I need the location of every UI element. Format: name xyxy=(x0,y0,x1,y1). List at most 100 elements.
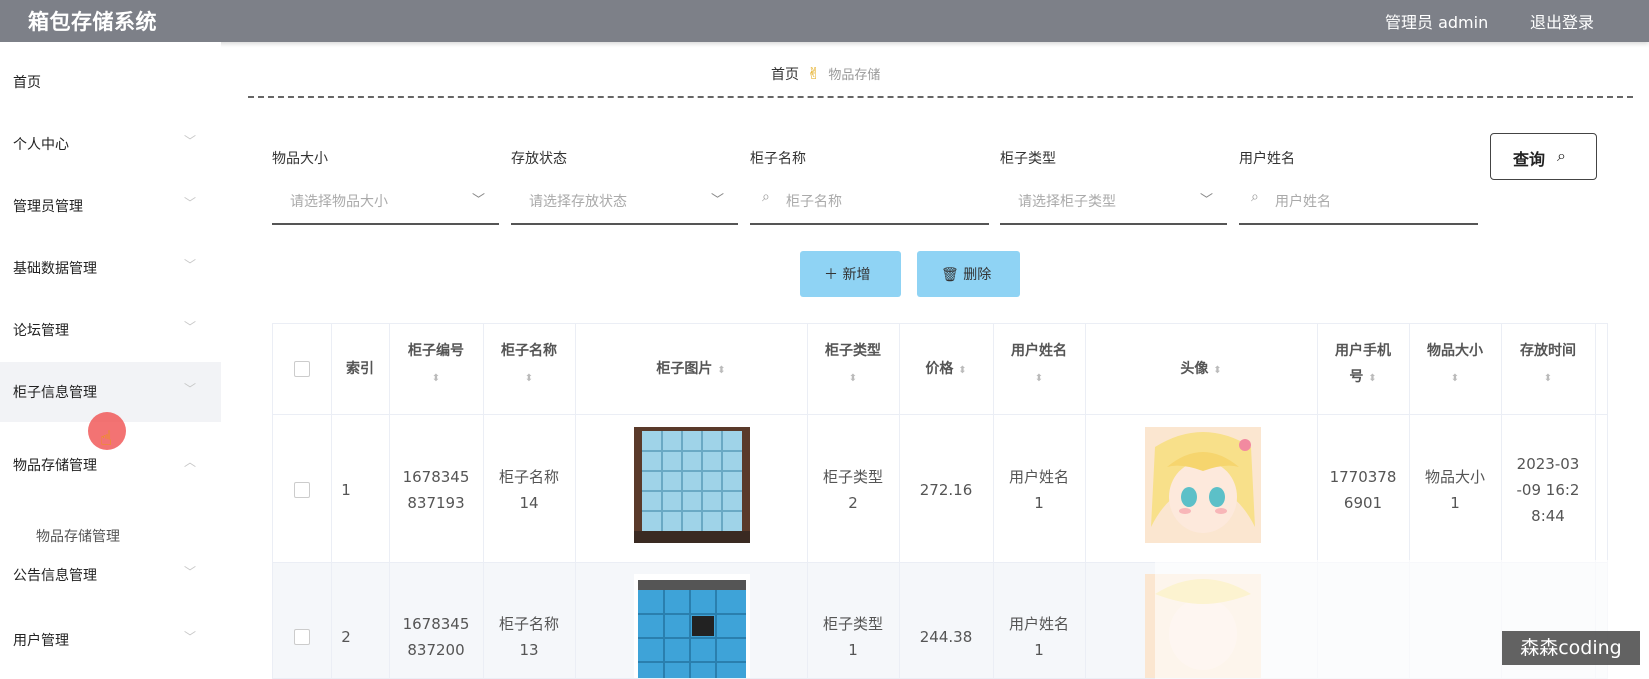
column-header-item-size[interactable]: 物品大小 ⬍ xyxy=(1409,338,1501,392)
cabinet-type-select[interactable]: 请选择柜子类型 ﹀ xyxy=(1000,183,1227,225)
sort-icon[interactable]: ⬍ xyxy=(1451,373,1459,384)
cell-cabinet-no: 1678345 837193 xyxy=(389,464,483,516)
sort-icon[interactable]: ⬍ xyxy=(1035,373,1043,384)
cell-text: 柜子类型 xyxy=(822,615,883,633)
breadcrumb-current: 物品存储 xyxy=(828,68,881,83)
cabinet-name-placeholder: 柜子名称 xyxy=(786,194,842,210)
cell-text: 物品大小 xyxy=(1424,468,1485,486)
row-checkbox[interactable] xyxy=(294,629,310,645)
sidebar-item-notice[interactable]: 公告信息管理 ﹀ xyxy=(0,545,221,605)
plus-icon: ＋ xyxy=(824,267,838,283)
column-header-cabinet-image[interactable]: 柜子图片 ⬍ xyxy=(575,356,807,384)
column-header-cabinet-no[interactable]: 柜子编号 ⬍ xyxy=(389,338,483,392)
cell-text: 837200 xyxy=(407,641,465,659)
sort-icon[interactable]: ⬍ xyxy=(1213,365,1221,376)
cabinet-name-label: 柜子名称 xyxy=(750,151,806,167)
cell-text: 柜子类型 xyxy=(822,468,883,486)
item-size-placeholder: 请选择物品大小 xyxy=(290,194,388,210)
chevron-down-icon: ﹀ xyxy=(184,258,197,272)
column-header-cabinet-type[interactable]: 柜子类型 ⬍ xyxy=(807,338,899,392)
column-header-cabinet-name[interactable]: 柜子名称 ⬍ xyxy=(483,338,575,392)
header-text: 柜子编号 xyxy=(408,343,464,359)
breadcrumb: 首页 ✌ 物品存储 xyxy=(771,64,880,84)
chevron-down-icon: ﹀ xyxy=(184,565,197,579)
cell-text: 6901 xyxy=(1343,494,1383,512)
cell-text: 13 xyxy=(519,641,539,659)
cell-cabinet-type: 柜子类型 1 xyxy=(807,611,899,663)
add-button[interactable]: ＋ 新增 xyxy=(800,251,901,297)
trash-icon: 🗑 xyxy=(941,267,959,283)
column-header-user-name[interactable]: 用户姓名 ⬍ xyxy=(993,338,1085,392)
sidebar-item-label: 物品存储管理 xyxy=(13,458,97,474)
breadcrumb-home[interactable]: 首页 xyxy=(771,67,799,83)
search-icon: ⌕ xyxy=(762,189,770,205)
chevron-down-icon: ﹀ xyxy=(184,320,197,334)
cell-price: 272.16 xyxy=(919,481,973,499)
sort-icon[interactable]: ⬍ xyxy=(1368,373,1376,384)
item-size-label: 物品大小 xyxy=(272,151,328,167)
row-divider xyxy=(273,414,1607,415)
chevron-down-icon: ﹀ xyxy=(184,196,197,210)
header-text: 用户手机 xyxy=(1335,343,1391,359)
header-text: 号 xyxy=(1349,369,1364,385)
cell-store-time: 2023-03 -09 16:2 8:44 xyxy=(1501,451,1595,529)
column-header-avatar[interactable]: 头像 ⬍ xyxy=(1085,356,1317,384)
cell-index: 1 xyxy=(341,481,351,499)
sidebar-item-label: 管理员管理 xyxy=(13,199,83,215)
select-all-checkbox[interactable] xyxy=(294,361,310,377)
sidebar-item-profile[interactable]: 个人中心 ﹀ xyxy=(0,114,221,174)
chevron-down-icon: ﹀ xyxy=(1199,193,1213,208)
chevron-up-icon: ︿ xyxy=(184,455,197,469)
delete-button[interactable]: 🗑 删除 xyxy=(917,251,1020,297)
sort-icon[interactable]: ⬍ xyxy=(717,365,725,376)
sidebar-item-label: 基础数据管理 xyxy=(13,261,97,277)
column-header-price[interactable]: 价格 ⬍ xyxy=(899,356,993,384)
item-size-select[interactable]: 请选择物品大小 ﹀ xyxy=(272,183,499,225)
app-title: 箱包存储系统 xyxy=(28,10,157,34)
sidebar: 首页 个人中心 ﹀ 管理员管理 ﹀ 基础数据管理 ﹀ 论坛管理 ﹀ 柜子信息管理… xyxy=(0,42,221,679)
sort-icon[interactable]: ⬍ xyxy=(525,373,533,384)
divider xyxy=(248,96,1633,98)
sidebar-item-admin-manage[interactable]: 管理员管理 ﹀ xyxy=(0,176,221,236)
chevron-down-icon: ﹀ xyxy=(471,193,485,208)
sidebar-item-label: 个人中心 xyxy=(13,137,69,153)
cell-cabinet-type: 柜子类型 2 xyxy=(807,464,899,516)
search-icon: ⌕ xyxy=(1557,146,1566,165)
sort-icon[interactable]: ⬍ xyxy=(432,373,440,384)
user-name-input[interactable]: ⌕ 用户姓名 xyxy=(1239,183,1478,225)
column-header-phone[interactable]: 用户手机号 ⬍ xyxy=(1317,338,1409,392)
sidebar-item-home[interactable]: 首页 xyxy=(0,52,221,112)
sidebar-item-user-manage[interactable]: 用户管理 ﹀ xyxy=(0,610,221,670)
cabinet-type-placeholder: 请选择柜子类型 xyxy=(1018,194,1116,210)
sort-icon[interactable]: ⬍ xyxy=(1544,373,1552,384)
cabinet-image[interactable] xyxy=(634,427,750,547)
cell-text: 柜子名称 xyxy=(498,615,559,633)
store-status-select[interactable]: 请选择存放状态 ﹀ xyxy=(511,183,738,225)
sidebar-item-forum[interactable]: 论坛管理 ﹀ xyxy=(0,300,221,360)
header-text: 物品大小 xyxy=(1427,343,1483,359)
cell-text: 8:44 xyxy=(1531,507,1565,525)
sort-icon[interactable]: ⬍ xyxy=(958,365,966,376)
header-text: 柜子类型 xyxy=(825,343,881,359)
cell-item-size: 物品大小 1 xyxy=(1409,464,1501,516)
sidebar-item-base-data[interactable]: 基础数据管理 ﹀ xyxy=(0,238,221,298)
store-status-placeholder: 请选择存放状态 xyxy=(529,194,627,210)
cabinet-name-input[interactable]: ⌕ 柜子名称 xyxy=(750,183,989,225)
hand-separator-icon: ✌ xyxy=(807,64,821,83)
chevron-down-icon: ﹀ xyxy=(710,193,724,208)
cell-phone: 1770378 6901 xyxy=(1317,464,1409,516)
sort-icon[interactable]: ⬍ xyxy=(849,373,857,384)
chevron-down-icon: ﹀ xyxy=(184,134,197,148)
cell-cabinet-no: 1678345 837200 xyxy=(389,611,483,663)
cell-text: 1770378 xyxy=(1329,468,1397,486)
column-header-store-time[interactable]: 存放时间 ⬍ xyxy=(1501,338,1595,392)
cell-index: 2 xyxy=(341,628,351,646)
user-avatar-image[interactable] xyxy=(1145,427,1261,547)
cell-cabinet-name: 柜子名称 14 xyxy=(483,464,575,516)
admin-user-label: 管理员 admin xyxy=(1385,13,1489,32)
row-checkbox[interactable] xyxy=(294,482,310,498)
cabinet-image[interactable] xyxy=(634,574,750,678)
cell-text: 2023-03 xyxy=(1516,455,1580,473)
logout-link[interactable]: 退出登录 xyxy=(1530,9,1594,33)
query-button[interactable]: 查询 ⌕ xyxy=(1490,133,1597,180)
